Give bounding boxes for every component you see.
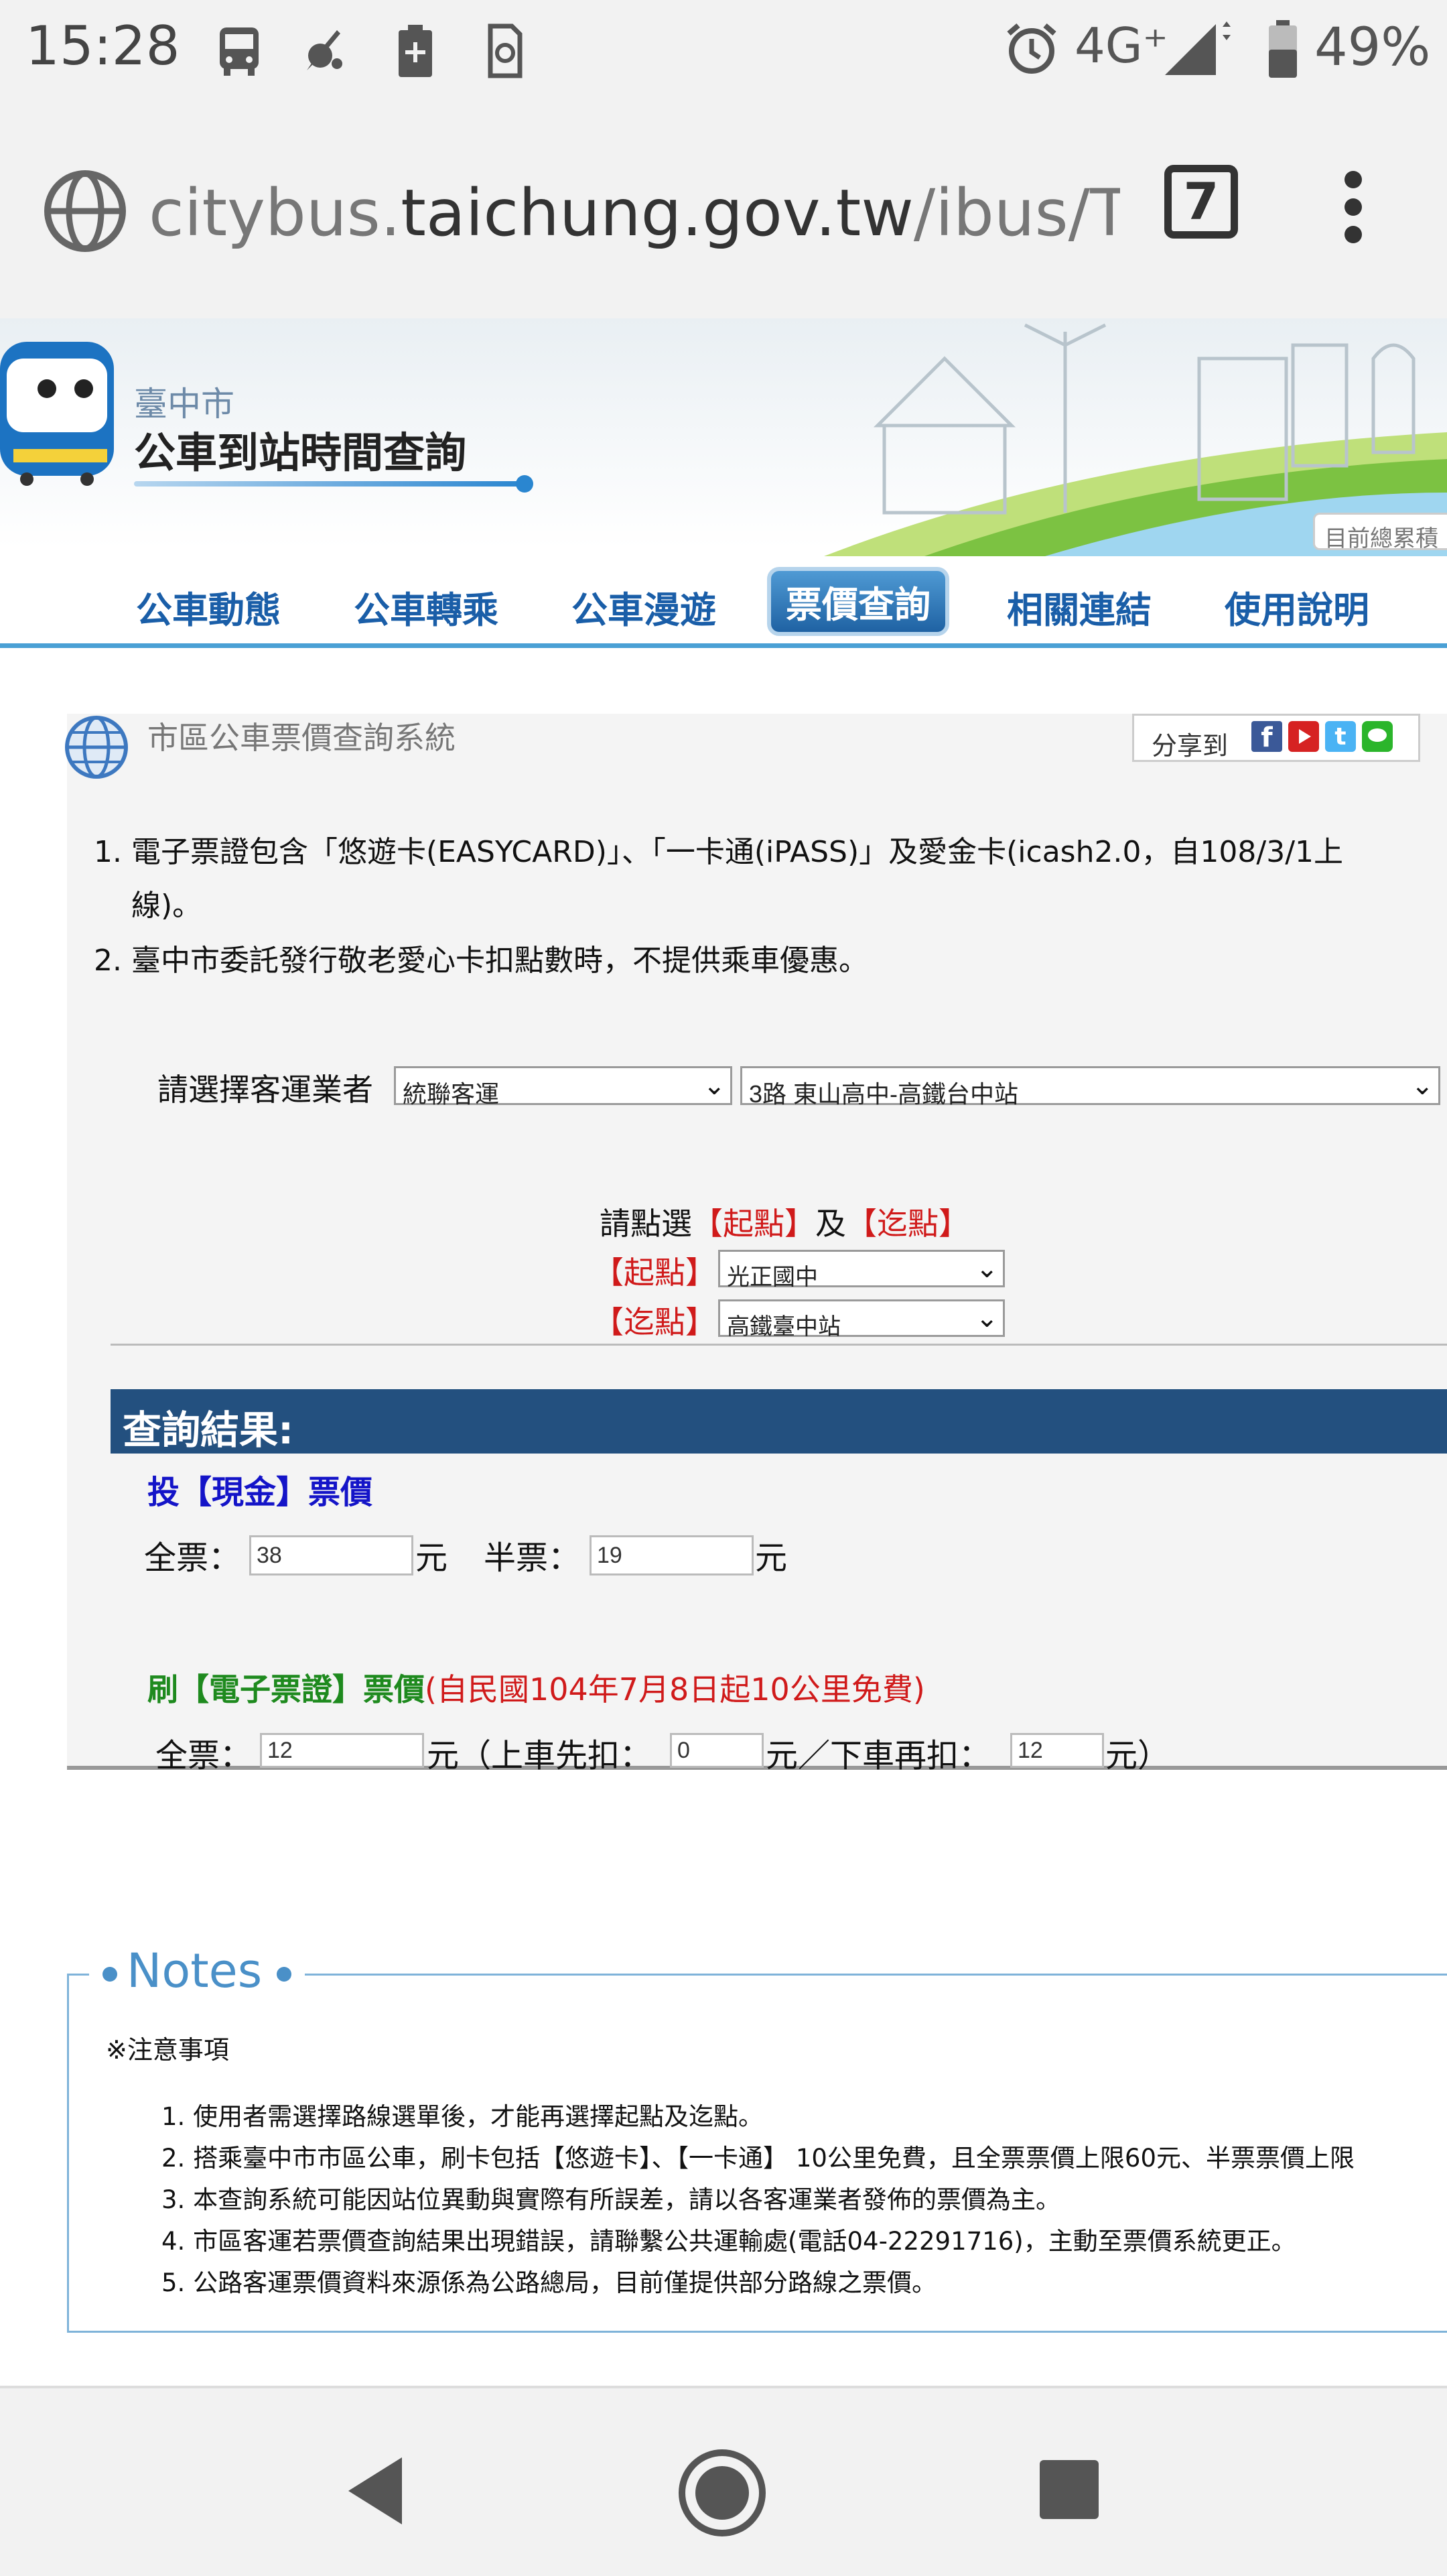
rocket-notification-icon bbox=[307, 30, 342, 70]
sync-document-icon bbox=[488, 23, 523, 78]
tab-switcher-button[interactable]: 7 bbox=[1164, 165, 1238, 239]
twitter-icon[interactable]: t bbox=[1325, 721, 1356, 752]
url-domain: taichung.gov.tw bbox=[401, 176, 914, 251]
share-box: 分享到 f t bbox=[1132, 714, 1420, 762]
chevron-down-icon: ⌄ bbox=[975, 1253, 998, 1284]
notes-item-4: 4. 市區客運若票價查詢結果出現錯誤，請聯繫公共運輸處(電話04-2229171… bbox=[161, 2227, 1296, 2256]
notes-item-5: 5. 公路客運票價資料來源係為公路總局，目前僅提供部分路線之票價。 bbox=[161, 2268, 937, 2297]
end-label: 【迄點】 bbox=[593, 1304, 716, 1340]
chevron-down-icon: ⌄ bbox=[975, 1303, 998, 1334]
half-fare-label: 半票： bbox=[484, 1539, 581, 1577]
bullet-dot-icon bbox=[277, 1966, 292, 1982]
panel-title: 市區公車票價查詢系統 bbox=[147, 720, 456, 756]
operator-select-value: 統聯客運 bbox=[394, 1066, 732, 1108]
battery-saver-icon bbox=[399, 25, 432, 77]
notes-heading-text: Notes bbox=[127, 1943, 263, 1998]
note-line-2: 2. 臺中市委託發行敬老愛心卡扣點數時，不提供乘車優惠。 bbox=[94, 944, 868, 978]
title-underline bbox=[134, 481, 523, 487]
home-icon[interactable] bbox=[678, 2449, 766, 2537]
globe-icon[interactable] bbox=[42, 168, 129, 255]
recent-apps-icon[interactable] bbox=[1037, 2457, 1101, 2522]
results-header: 查詢結果: bbox=[111, 1389, 1447, 1454]
yuan-label: 元 bbox=[755, 1539, 788, 1577]
bus-mascot-logo bbox=[0, 342, 114, 486]
note-line-1: 1. 電子票證包含「悠遊卡(EASYCARD)」、「一卡通(iPASS)」及愛金… bbox=[94, 835, 1344, 869]
visitor-counter: 目前總累積 bbox=[1313, 513, 1447, 550]
start-stop-value: 光正國中 bbox=[718, 1250, 1005, 1290]
chevron-down-icon: ⌄ bbox=[1411, 1070, 1434, 1101]
end-stop-select[interactable]: 高鐵臺中站 ⌄ bbox=[718, 1299, 1005, 1340]
notes-item-1: 1. 使用者需選擇路線選單後，才能再選擇起點及迄點。 bbox=[161, 2102, 764, 2131]
chevron-down-icon: ⌄ bbox=[703, 1070, 726, 1101]
system-navigation-bar bbox=[0, 2386, 1447, 2576]
notes-caption: ※注意事項 bbox=[106, 2035, 229, 2065]
line-icon[interactable] bbox=[1362, 721, 1393, 752]
note-line-1-cont: 線)。 bbox=[131, 889, 202, 923]
alarm-icon bbox=[1007, 23, 1056, 74]
nav-related-links[interactable]: 相關連結 bbox=[1007, 580, 1152, 633]
pick-instruction: 請點選【起點】及【迄點】 bbox=[600, 1200, 969, 1244]
title-underline-dot bbox=[516, 475, 533, 493]
pick-end-text: 【迄點】 bbox=[846, 1206, 969, 1242]
nav-bus-transfer[interactable]: 公車轉乘 bbox=[354, 580, 498, 633]
bus-notification-icon bbox=[220, 27, 259, 76]
full-fare-label: 全票： bbox=[144, 1539, 241, 1577]
notes-heading: Notes bbox=[89, 1943, 305, 1998]
card-alight-label: 元／下車再扣： bbox=[766, 1737, 991, 1775]
nav-fare-query[interactable]: 票價查詢 bbox=[767, 567, 949, 636]
notes-item-3: 3. 本查詢系統可能因站位異動與實際有所誤差，請以各客運業者發佈的票價為主。 bbox=[161, 2185, 1061, 2214]
status-bar: 15:28 4G⁺ 49% bbox=[0, 0, 1447, 101]
cash-fare-title: 投【現金】票價 bbox=[147, 1474, 373, 1511]
facebook-icon[interactable]: f bbox=[1251, 721, 1282, 753]
fare-query-panel: 市區公車票價查詢系統 分享到 f t 1. 電子票證包含「悠遊卡(EASYCAR… bbox=[65, 714, 1447, 1775]
bullet-dot-icon bbox=[102, 1966, 117, 1982]
url-prefix: citybus. bbox=[149, 176, 401, 251]
card-full-label: 全票： bbox=[155, 1737, 253, 1775]
card-fare-note: (自民國104年7月8日起10公里免費) bbox=[425, 1671, 925, 1708]
nav-instructions[interactable]: 使用說明 bbox=[1225, 580, 1369, 633]
site-title: 公車到站時間查詢 bbox=[134, 428, 467, 477]
pick-start-text: 【起點】 bbox=[692, 1206, 815, 1242]
notes-item-2: 2. 搭乘臺中市市區公車，刷卡包括【悠遊卡】、【一卡通】 10公里免費，且全票票… bbox=[161, 2144, 1355, 2173]
status-time: 15:28 bbox=[25, 15, 180, 77]
card-board-deduct-field[interactable] bbox=[670, 1733, 764, 1768]
card-fare-title: 刷【電子票證】票價 bbox=[147, 1671, 425, 1708]
start-stop-select[interactable]: 光正國中 ⌄ bbox=[718, 1250, 1005, 1290]
operator-select[interactable]: 統聯客運 ⌄ bbox=[394, 1066, 732, 1108]
card-full-fare-field[interactable] bbox=[260, 1733, 424, 1768]
notes-box: Notes ※注意事項 1. 使用者需選擇路線選單後，才能再選擇起點及迄點。 2… bbox=[67, 1943, 1447, 2333]
back-icon[interactable] bbox=[342, 2454, 409, 2528]
route-select-value: 3路 東山高中-高鐵台中站 bbox=[740, 1066, 1440, 1108]
share-label: 分享到 bbox=[1152, 731, 1229, 761]
yuan-label: 元 bbox=[415, 1539, 448, 1577]
youtube-icon[interactable] bbox=[1288, 721, 1319, 752]
globe-logo-icon bbox=[65, 716, 128, 779]
battery-icon bbox=[1269, 20, 1297, 78]
results-title: 查詢結果: bbox=[123, 1407, 294, 1453]
card-fare-heading: 刷【電子票證】票價(自民國104年7月8日起10公里免費) bbox=[147, 1665, 925, 1710]
signal-strength-icon bbox=[1165, 21, 1231, 75]
browser-toolbar: citybus.taichung.gov.tw/ibus/Tick 7 bbox=[0, 101, 1447, 318]
nav-bus-status[interactable]: 公車動態 bbox=[136, 580, 281, 633]
nav-bus-roaming[interactable]: 公車漫遊 bbox=[571, 580, 716, 633]
operator-label: 請選擇客運業者 bbox=[157, 1072, 373, 1108]
end-stop-value: 高鐵臺中站 bbox=[718, 1299, 1005, 1340]
pick-text: 請點選 bbox=[600, 1206, 692, 1242]
route-select[interactable]: 3路 東山高中-高鐵台中站 ⌄ bbox=[740, 1066, 1440, 1108]
full-cash-fare-field[interactable] bbox=[249, 1535, 413, 1575]
network-type: 4G⁺ bbox=[1075, 17, 1168, 74]
url-path: /ibus/Tick bbox=[913, 176, 1120, 251]
url-field[interactable]: citybus.taichung.gov.tw/ibus/Tick bbox=[149, 176, 1120, 251]
overflow-menu-icon[interactable] bbox=[1340, 171, 1367, 245]
start-label: 【起點】 bbox=[593, 1254, 716, 1291]
card-alight-deduct-field[interactable] bbox=[1010, 1733, 1104, 1768]
pick-and-text: 及 bbox=[815, 1206, 846, 1242]
divider bbox=[111, 1344, 1447, 1346]
card-end-label: 元） bbox=[1105, 1737, 1170, 1775]
card-board-label: 元（上車先扣： bbox=[427, 1737, 652, 1775]
battery-percent: 49% bbox=[1314, 17, 1431, 78]
site-nav: 公車動態 公車轉乘 公車漫遊 票價查詢 相關連結 使用說明 bbox=[0, 556, 1447, 648]
half-cash-fare-field[interactable] bbox=[590, 1535, 754, 1575]
